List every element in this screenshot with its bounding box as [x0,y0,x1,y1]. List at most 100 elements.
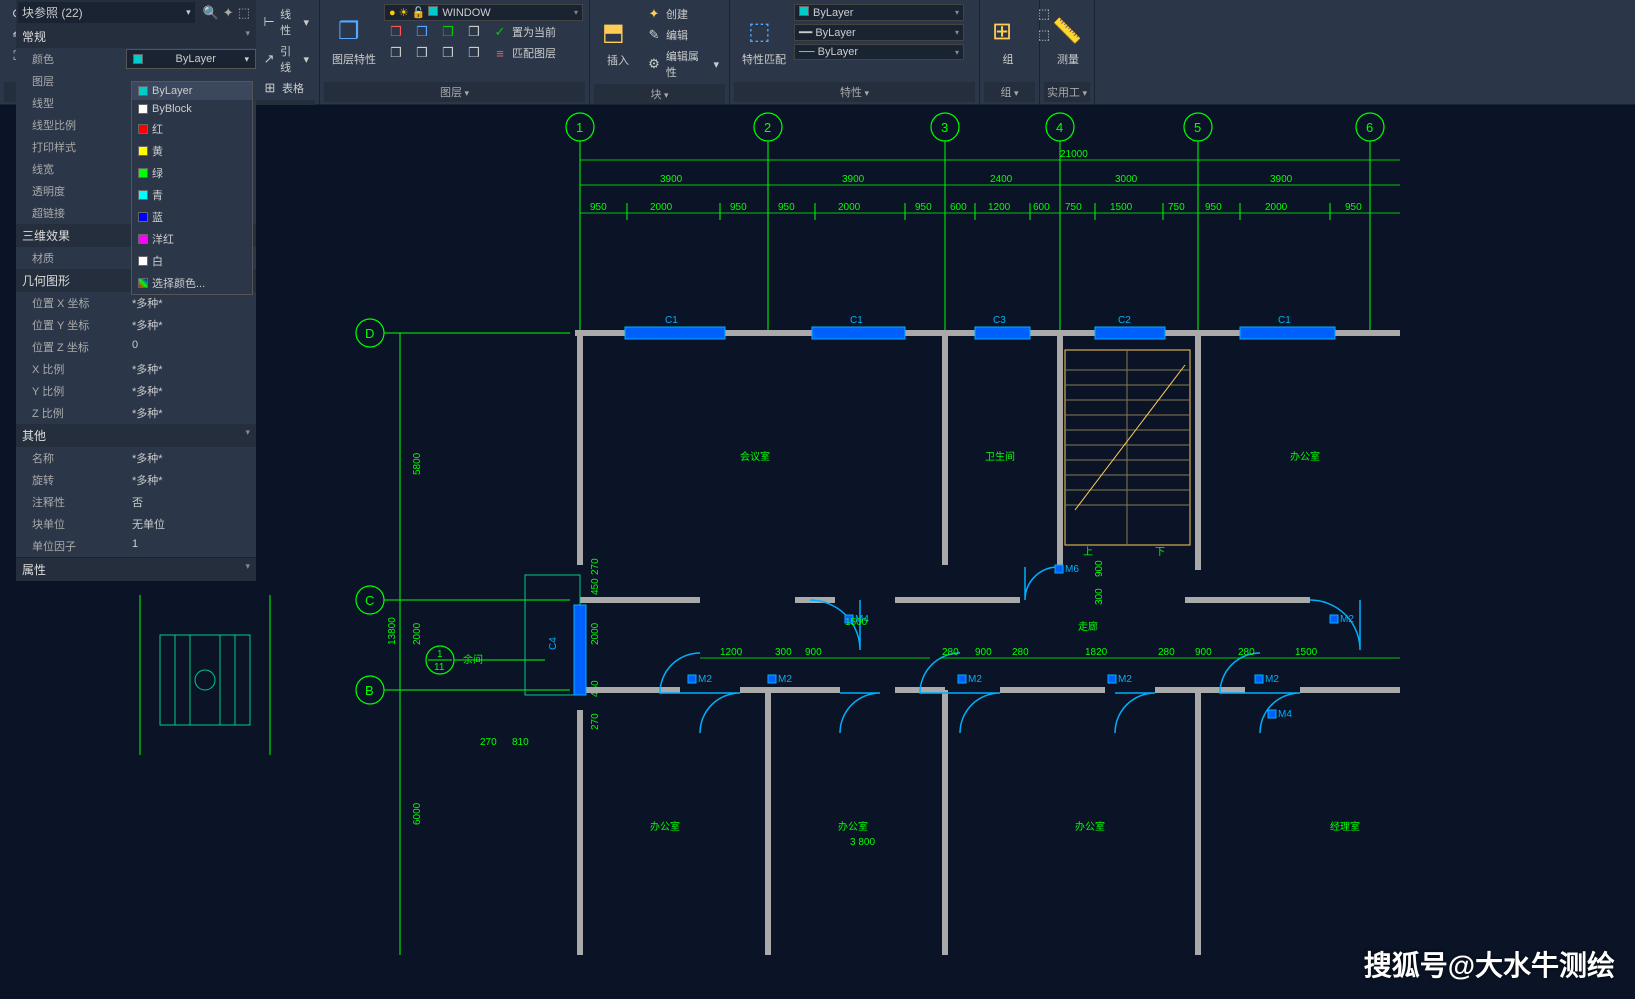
matchlayer-btn[interactable]: ≡匹配图层 [488,43,560,63]
svg-text:280: 280 [942,647,959,658]
section-general[interactable]: 常规 [16,25,256,48]
svg-text:1200: 1200 [720,647,743,658]
svg-text:B: B [365,683,374,698]
prop-row[interactable]: 位置 Z 坐标0 [16,336,256,358]
selection-dropdown[interactable]: 块参照 (22) [18,2,195,23]
panel-group[interactable]: 组 [984,82,1035,102]
prop-row[interactable]: 注释性否 [16,491,256,513]
svg-text:450: 450 [590,578,601,595]
color-option[interactable]: 黄 [132,140,252,162]
svg-text:M2: M2 [968,674,982,685]
qselect-icon[interactable]: 🔍 [203,5,219,21]
color-option[interactable]: ByBlock [132,100,252,118]
color-option[interactable]: 蓝 [132,206,252,228]
svg-text:M2: M2 [1340,614,1354,625]
panel-block[interactable]: 块 [594,84,725,104]
insert-icon: ⬒ [602,18,634,50]
svg-text:卫生间: 卫生间 [985,450,1015,463]
color-option[interactable]: 绿 [132,162,252,184]
lt-dd[interactable]: ── ByLayer [794,44,964,60]
leader-btn[interactable]: ↗引线▾ [258,41,313,77]
section-other[interactable]: 其他 [16,424,256,447]
measure-btn[interactable]: 📏测量 [1046,4,1090,80]
svg-text:1820: 1820 [1085,647,1108,658]
lw-dd[interactable]: ━━ ByLayer [794,24,964,41]
measure-icon: 📏 [1052,17,1084,49]
svg-text:3: 3 [941,120,948,135]
svg-text:300: 300 [1094,588,1105,605]
svg-text:2000: 2000 [650,202,673,213]
svg-text:1500: 1500 [1110,202,1133,213]
color-popup: ByLayerByBlock红黄绿青蓝洋红白选择颜色... [131,81,253,295]
prop-row[interactable]: 单位因子1 [16,535,256,557]
svg-text:下: 下 [1155,547,1165,558]
svg-text:280: 280 [1158,647,1175,658]
svg-text:经理室: 经理室 [1330,820,1360,833]
svg-text:750: 750 [1168,202,1185,213]
svg-text:3900: 3900 [842,174,865,185]
layerprops-btn[interactable]: ❒图层特性 [326,4,382,80]
svg-text:办公室: 办公室 [1290,450,1320,463]
makecur-btn[interactable]: ✓置为当前 [488,22,560,42]
prop-row[interactable]: 位置 Y 坐标*多种* [16,314,256,336]
svg-text:4: 4 [1056,120,1063,135]
svg-text:950: 950 [730,202,747,213]
color-option[interactable]: 洋红 [132,228,252,250]
svg-text:走廊: 走廊 [1078,620,1098,633]
color-option[interactable]: ByLayer [132,82,252,100]
svg-text:6: 6 [1366,120,1373,135]
watermark: 搜狐号@大水牛测绘 [1364,944,1615,984]
svg-text:M6: M6 [1065,564,1079,575]
svg-text:300: 300 [775,647,792,658]
prop-row[interactable]: 旋转*多种* [16,469,256,491]
prop-row[interactable]: Z 比例*多种* [16,402,256,424]
prop-row[interactable]: 颜色ByLayer [16,48,256,70]
color-option[interactable]: 白 [132,250,252,272]
pickadd-icon[interactable]: ✦ [223,5,234,21]
prop-row[interactable]: Y 比例*多种* [16,380,256,402]
matchprops-btn[interactable]: ⬚特性匹配 [736,4,792,80]
svg-text:2000: 2000 [412,622,423,645]
create-btn[interactable]: ✦创建 [642,4,723,24]
color-option[interactable]: 选择颜色... [132,272,252,294]
prop-row[interactable]: 位置 X 坐标*多种* [16,292,256,314]
panel-layers[interactable]: 图层 [324,82,585,102]
prop-row[interactable]: X 比例*多种* [16,358,256,380]
svg-text:21000: 21000 [1060,149,1088,160]
svg-text:600: 600 [950,202,967,213]
svg-text:900: 900 [805,647,822,658]
svg-text:C1: C1 [850,315,863,326]
color-option[interactable]: 青 [132,184,252,206]
select-icon[interactable]: ⬚ [238,5,250,21]
svg-text:C: C [365,593,374,608]
group-btn[interactable]: ⊞组 [986,4,1030,80]
editattr-btn[interactable]: ⚙编辑属性▾ [642,46,723,82]
svg-text:950: 950 [1205,202,1222,213]
svg-text:会议室: 会议室 [740,450,770,463]
panel-props[interactable]: 特性 [734,82,975,102]
svg-text:办公室: 办公室 [650,820,680,833]
svg-text:3000: 3000 [1115,174,1138,185]
svg-text:2000: 2000 [838,202,861,213]
svg-text:1: 1 [437,649,443,660]
svg-text:C2: C2 [1118,315,1131,326]
prop-row[interactable]: 块单位无单位 [16,513,256,535]
edit-btn[interactable]: ✎编辑 [642,25,723,45]
layer-dropdown[interactable]: ● ☀ 🔓 WINDOW [384,4,583,21]
svg-text:3900: 3900 [660,174,683,185]
insert-btn[interactable]: ⬒插入 [596,4,640,82]
svg-text:C3: C3 [993,315,1006,326]
table-btn[interactable]: ⊞表格 [258,78,313,98]
panel-util[interactable]: 实用工 [1044,82,1090,102]
linear-btn[interactable]: ⊢线性▾ [258,4,313,40]
section-attr[interactable]: 属性 [16,557,256,581]
prop-row[interactable]: 名称*多种* [16,447,256,469]
svg-text:C4: C4 [548,637,559,650]
svg-text:270: 270 [590,713,601,730]
svg-text:M2: M2 [1265,674,1279,685]
color-option[interactable]: 红 [132,118,252,140]
color-dd[interactable]: ByLayer [794,4,964,21]
svg-text:270: 270 [480,737,497,748]
svg-text:900: 900 [975,647,992,658]
svg-text:办公室: 办公室 [1075,820,1105,833]
